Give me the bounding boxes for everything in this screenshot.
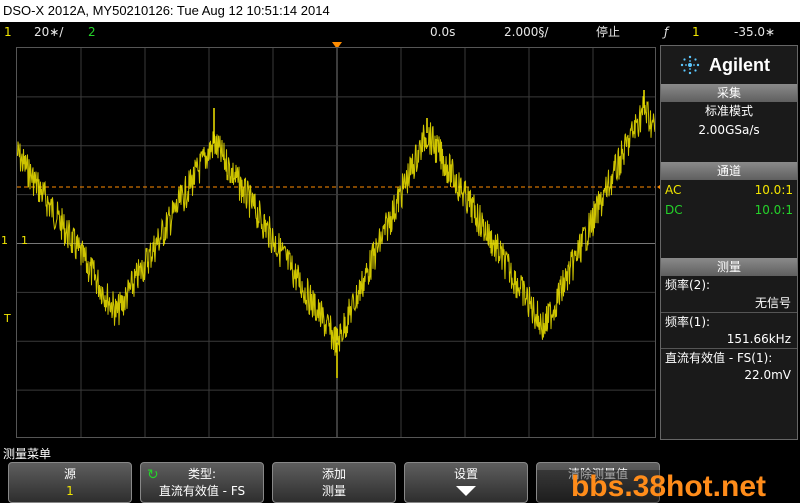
softkey-value: 1	[66, 484, 74, 498]
softkey-label: 设置	[453, 467, 478, 481]
ch1-coupling: AC	[665, 183, 682, 197]
sample-rate: 2.00GSa/s	[698, 123, 760, 137]
measure-value: 22.0mV	[744, 368, 791, 382]
ch2-coupling: DC	[665, 203, 683, 217]
softkey-label: 类型:	[187, 467, 217, 481]
trigger-level-marker[interactable]: T	[4, 312, 11, 325]
waveform-display[interactable]: 1	[16, 47, 656, 438]
channel-row: DC 10.0:1	[661, 200, 797, 220]
status-bar: 1 20∗/ 2 0.0s 2.000§/ 停止 ƒ 1 -35.0∗	[0, 22, 800, 42]
ch1-ground-marker[interactable]: 1	[1, 234, 8, 247]
measure-section: 频率(2): 无信号 频率(1): 151.66kHz 直流有效值 - FS(1…	[661, 276, 797, 384]
softkey-label: 源	[63, 467, 76, 481]
measure-label: 频率(2):	[665, 278, 711, 292]
channels-section: AC 10.0:1 DC 10.0:1	[661, 180, 797, 220]
source-softkey[interactable]: 源 1	[8, 462, 132, 503]
softkey-value: 直流有效值 - FS	[158, 484, 246, 498]
ch1-label: 1	[21, 234, 28, 247]
brand-name: Agilent	[709, 54, 770, 75]
softkey-menu-title: 测量菜单	[3, 447, 52, 461]
ch1-scale[interactable]: 20∗/	[34, 22, 63, 42]
add-measurement-softkey[interactable]: 添加 测量	[272, 462, 396, 503]
acquire-section: 标准模式 2.00GSa/s	[661, 102, 797, 140]
measure-label: 频率(1):	[661, 312, 797, 330]
acquire-mode: 标准模式	[704, 104, 753, 118]
time-base[interactable]: 2.000§/	[504, 22, 548, 42]
ch1-number[interactable]: 1	[4, 22, 12, 42]
run-state[interactable]: 停止	[596, 22, 620, 42]
ch1-probe: 10.0:1	[754, 183, 793, 197]
trigger-icon: ƒ	[664, 25, 669, 39]
watermark: bbs.38hot.net	[537, 470, 800, 503]
ch2-number[interactable]: 2	[88, 22, 96, 42]
rotate-knob-icon: ↻	[147, 467, 159, 483]
measure-value: 无信号	[754, 296, 791, 310]
type-softkey[interactable]: ↻ 类型: 直流有效值 - FS	[140, 462, 264, 503]
measure-value: 151.66kHz	[726, 332, 791, 346]
side-panel: Agilent 采集 标准模式 2.00GSa/s 通道 AC 10.0:1 D…	[660, 45, 798, 440]
trigger-level[interactable]: -35.0∗	[734, 22, 775, 42]
graticule	[17, 48, 655, 437]
channels-header: 通道	[661, 162, 797, 180]
submenu-arrow-icon	[456, 486, 476, 496]
time-delay[interactable]: 0.0s	[430, 22, 455, 42]
softkey-value: 测量	[321, 484, 346, 498]
softkey-label: 添加	[321, 467, 346, 481]
window-title: DSO-X 2012A, MY50210126: Tue Aug 12 10:5…	[0, 0, 800, 22]
settings-softkey[interactable]: 设置	[404, 462, 528, 503]
brand: Agilent	[661, 46, 797, 84]
screen-left-margin: 1 T	[0, 47, 16, 438]
acquire-header: 采集	[661, 84, 797, 102]
measure-label: 直流有效值 - FS(1):	[661, 348, 797, 366]
agilent-spark-icon	[680, 55, 700, 75]
ch2-probe: 10.0:1	[754, 203, 793, 217]
waveform-svg	[17, 48, 655, 437]
measure-header: 测量	[661, 258, 797, 276]
channel-row: AC 10.0:1	[661, 180, 797, 200]
trigger-channel[interactable]: 1	[692, 22, 700, 42]
